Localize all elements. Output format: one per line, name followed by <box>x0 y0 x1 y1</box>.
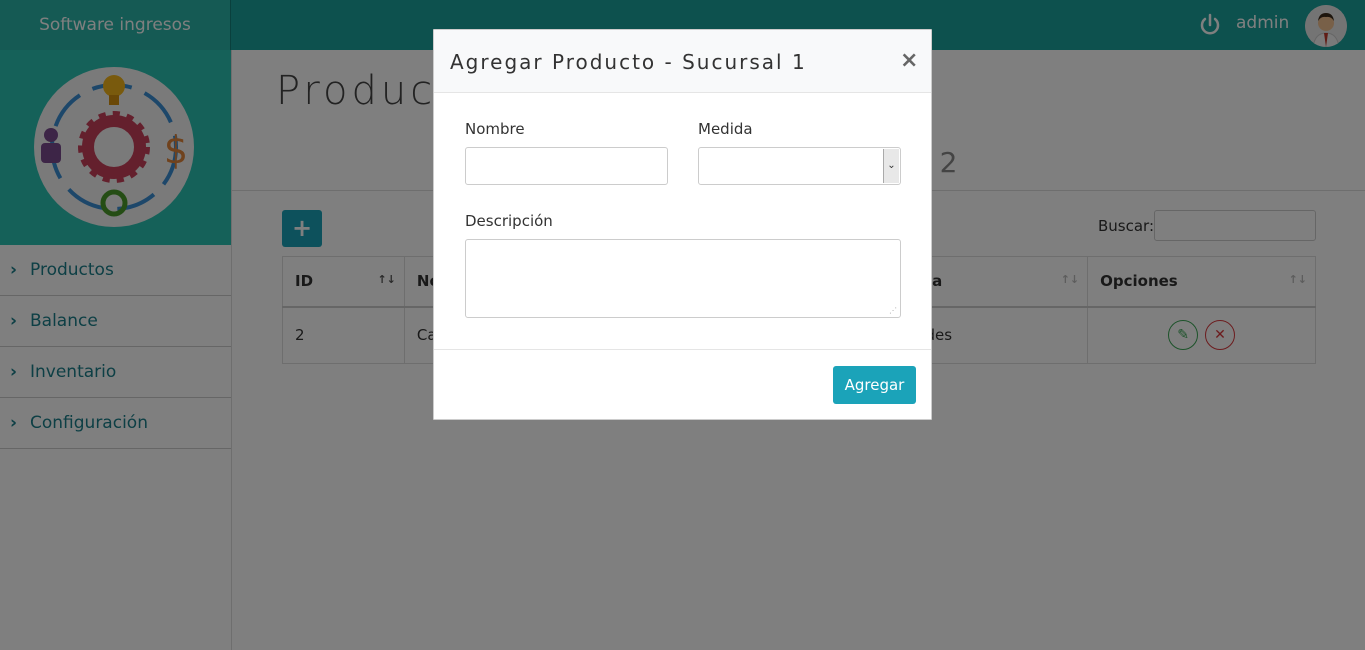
modal-body: Nombre Medida ⌄ Descripción ⋰ <box>434 93 931 350</box>
medida-select[interactable]: ⌄ <box>698 147 901 185</box>
medida-label: Medida <box>698 120 753 138</box>
modal-header: Agregar Producto - Sucursal 1 × <box>434 30 931 93</box>
resize-handle-icon[interactable]: ⋰ <box>889 306 897 315</box>
nombre-input[interactable] <box>465 147 668 185</box>
nombre-label: Nombre <box>465 120 525 138</box>
close-icon[interactable]: × <box>900 48 918 73</box>
add-product-modal: Agregar Producto - Sucursal 1 × Nombre M… <box>433 29 932 420</box>
chevron-down-icon: ⌄ <box>883 149 899 183</box>
modal-title: Agregar Producto - Sucursal 1 <box>450 50 807 74</box>
descripcion-textarea[interactable]: ⋰ <box>465 239 901 318</box>
agregar-button[interactable]: Agregar <box>833 366 916 404</box>
descripcion-label: Descripción <box>465 212 553 230</box>
